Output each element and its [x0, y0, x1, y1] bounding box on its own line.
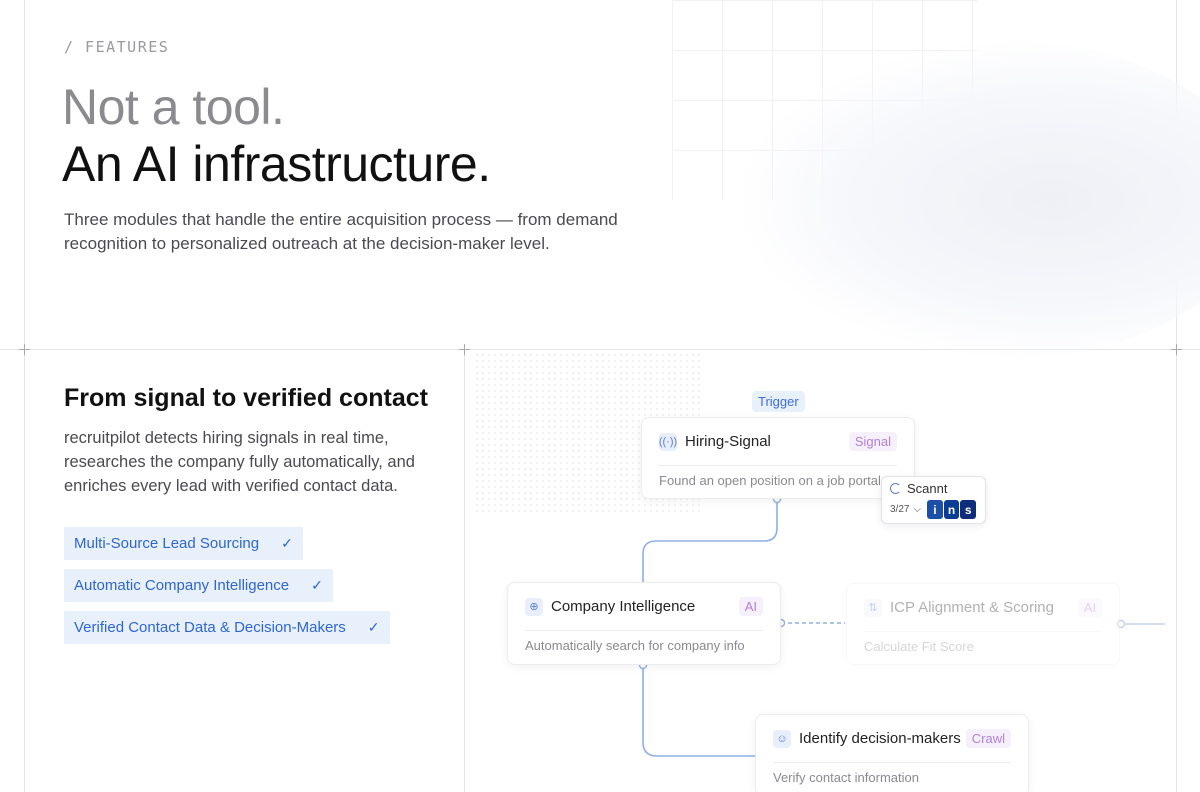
scan-status-popover: Scannt 3/27 ⌵ i n s: [881, 476, 986, 524]
chevron-down-icon: ⌵: [913, 504, 922, 515]
user-icon: ☺: [773, 729, 791, 748]
node-tag: AI: [1077, 598, 1102, 617]
node-subtitle: Verify contact information: [773, 770, 919, 785]
scan-label: Scannt: [907, 481, 948, 496]
loading-spinner-icon: [890, 483, 901, 494]
source-logo-icon: n: [943, 500, 960, 519]
scan-counter: 3/27: [890, 504, 910, 515]
node-title: Identify decision-makers: [799, 730, 961, 747]
node-icp-scoring: ⇅ ICP Alignment & Scoring AI Calculate F…: [846, 583, 1120, 665]
trigger-badge: Trigger: [752, 391, 805, 412]
node-tag: Signal: [848, 432, 897, 451]
node-company-intelligence: ⊕ Company Intelligence AI Automatically …: [507, 582, 781, 665]
node-subtitle: Automatically search for company info: [525, 638, 745, 653]
node-title: Company Intelligence: [551, 598, 696, 615]
node-subtitle: Found an open position on a job portal: [659, 473, 881, 488]
connector-company-to-decision: [642, 665, 756, 757]
node-title: ICP Alignment & Scoring: [890, 599, 1054, 616]
refresh-icon: ⇅: [864, 598, 882, 617]
node-hiring-signal: ((·)) Hiring-Signal Signal Found an open…: [641, 417, 915, 499]
broadcast-icon: ((·)): [659, 432, 677, 451]
connector-signal-to-company: [642, 499, 778, 582]
node-subtitle: Calculate Fit Score: [864, 639, 974, 654]
node-decision-makers: ☺ Identify decision-makers Crawl Verify …: [755, 714, 1029, 792]
source-logo-icon: s: [960, 500, 976, 519]
source-logo-icon: i: [927, 500, 943, 519]
node-title: Hiring-Signal: [685, 433, 771, 450]
flow-connectors: [638, 494, 1165, 757]
node-tag: Crawl: [965, 729, 1011, 748]
globe-icon: ⊕: [525, 597, 543, 616]
node-tag: AI: [738, 597, 763, 616]
